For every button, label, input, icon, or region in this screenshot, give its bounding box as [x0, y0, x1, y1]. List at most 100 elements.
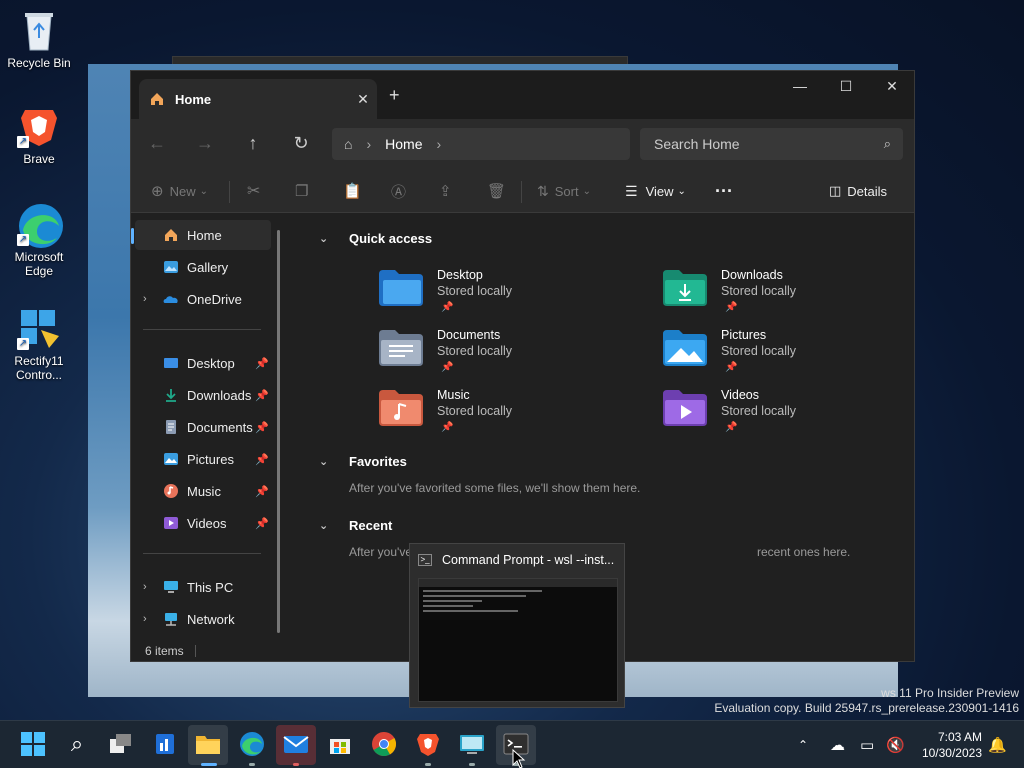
- watermark-line-2: Evaluation copy. Build 25947.rs_prerelea…: [714, 701, 1019, 715]
- sidebar-item-label: Downloads: [187, 387, 252, 403]
- share-icon[interactable]: ⇪: [439, 169, 452, 213]
- paste-icon[interactable]: 📋: [343, 169, 362, 213]
- quick-access-item-music[interactable]: Music Stored locally 📌: [379, 388, 599, 442]
- tab-home[interactable]: Home ✕: [139, 79, 377, 119]
- sidebar-item-music[interactable]: Music 📌: [135, 476, 271, 506]
- divider: [195, 645, 196, 657]
- item-name: Pictures: [721, 328, 767, 342]
- brave-icon: ↗: [17, 104, 61, 148]
- desktop-icon-edge[interactable]: ↗ Microsoft Edge: [1, 202, 77, 278]
- music-folder-icon: [164, 484, 178, 498]
- pin-icon: 📌: [441, 362, 454, 373]
- sidebar-item-gallery[interactable]: Gallery: [135, 252, 271, 282]
- recent-hint-end: recent ones here.: [757, 545, 851, 559]
- thumbnail-title: Command Prompt - wsl --inst...: [442, 553, 615, 567]
- network-icon: [165, 613, 177, 626]
- close-button[interactable]: ✕: [869, 71, 914, 103]
- chevron-down-icon: ⌄: [677, 185, 686, 197]
- mail-icon[interactable]: [283, 731, 309, 757]
- onedrive-sync-icon[interactable]: ☁: [830, 721, 845, 768]
- pin-icon: 📌: [725, 422, 738, 433]
- chevron-right-icon[interactable]: ›: [143, 613, 147, 625]
- file-explorer-icon[interactable]: [195, 731, 221, 757]
- remote-desktop-icon[interactable]: [459, 731, 485, 757]
- chevron-right-icon[interactable]: ›: [143, 293, 147, 305]
- home-icon: ⌂: [344, 136, 353, 152]
- thumbnail-window-preview: [418, 578, 618, 702]
- view-button[interactable]: ☰ View ⌄: [625, 169, 686, 213]
- pin-icon: 📌: [441, 302, 454, 313]
- divider: [521, 181, 522, 203]
- desktop-icon-brave[interactable]: ↗ Brave: [1, 104, 77, 166]
- chevron-right-icon[interactable]: ›: [143, 581, 147, 593]
- view-label: View: [645, 183, 674, 199]
- downloads-folder-icon: [663, 270, 707, 306]
- taskbar-thumbnail-preview[interactable]: >_ Command Prompt - wsl --inst...: [409, 543, 625, 708]
- favorites-header[interactable]: ⌄ Favorites: [319, 454, 407, 469]
- quick-access-header[interactable]: ⌄ Quick access: [319, 231, 432, 246]
- task-view-icon[interactable]: [108, 731, 134, 757]
- delete-icon[interactable]: 🗑: [487, 169, 506, 213]
- sidebar-item-pictures[interactable]: Pictures 📌: [135, 444, 271, 474]
- sidebar-item-label: OneDrive: [187, 291, 242, 307]
- search-icon[interactable]: ⌕: [64, 731, 90, 757]
- sidebar-item-this-pc[interactable]: › This PC: [135, 572, 271, 602]
- desktop-icon-recycle-bin[interactable]: Recycle Bin: [1, 8, 77, 70]
- network-icon[interactable]: ▭: [860, 721, 874, 768]
- selection-indicator: [131, 228, 134, 244]
- sort-icon: ⇅: [537, 182, 549, 199]
- search-placeholder: Search Home: [654, 136, 740, 152]
- search-input[interactable]: Search Home ⌕: [640, 128, 903, 160]
- breadcrumb-home[interactable]: Home: [385, 136, 422, 152]
- show-hidden-icons-icon[interactable]: ⌃: [798, 721, 808, 768]
- quick-access-item-documents[interactable]: Documents Stored locally 📌: [379, 328, 599, 382]
- start-icon[interactable]: [20, 731, 46, 757]
- widgets-icon[interactable]: [152, 731, 178, 757]
- new-tab-button[interactable]: +: [389, 85, 400, 106]
- thumbnail-title-row: >_ Command Prompt - wsl --inst...: [418, 553, 614, 567]
- running-indicator: [249, 763, 255, 766]
- chrome-icon[interactable]: [371, 731, 397, 757]
- quick-access-item-desktop[interactable]: Desktop Stored locally 📌: [379, 268, 599, 322]
- copy-icon[interactable]: ❐: [295, 169, 308, 213]
- rename-icon[interactable]: Ⓐ: [391, 169, 406, 213]
- more-options-icon[interactable]: ···: [715, 169, 733, 213]
- brave-icon[interactable]: [415, 731, 441, 757]
- quick-access-item-videos[interactable]: Videos Stored locally 📌: [663, 388, 883, 442]
- details-button[interactable]: ◫ Details: [829, 169, 887, 213]
- chevron-down-icon: ⌄: [199, 185, 208, 197]
- edge-icon[interactable]: [239, 731, 265, 757]
- sidebar-item-documents[interactable]: Documents 📌: [135, 412, 271, 442]
- microsoft-store-icon[interactable]: [327, 731, 353, 757]
- sidebar-item-label: Videos: [187, 515, 227, 531]
- edge-icon: ↗: [17, 202, 63, 248]
- maximize-button[interactable]: ☐: [823, 71, 869, 103]
- clock-time: 7:03 AM: [937, 730, 982, 744]
- close-tab-icon[interactable]: ✕: [349, 91, 377, 108]
- sort-button[interactable]: ⇅ Sort ⌄: [537, 169, 591, 213]
- address-bar[interactable]: ⌂ › Home ›: [332, 128, 630, 160]
- chevron-right-icon[interactable]: ›: [437, 136, 442, 152]
- clock[interactable]: 7:03 AM 10/30/2023: [910, 729, 982, 761]
- item-count: 6 items: [145, 644, 184, 658]
- sidebar-item-onedrive[interactable]: › OneDrive: [135, 284, 271, 314]
- downloads-folder-icon: [166, 389, 176, 402]
- volume-muted-icon[interactable]: 🔇: [886, 721, 905, 768]
- minimize-button[interactable]: —: [777, 71, 823, 103]
- mouse-cursor-icon: [512, 749, 526, 768]
- sidebar-scrollbar[interactable]: [277, 230, 280, 633]
- quick-access-item-pictures[interactable]: Pictures Stored locally 📌: [663, 328, 883, 382]
- sidebar-item-downloads[interactable]: Downloads 📌: [135, 380, 271, 410]
- recent-header[interactable]: ⌄ Recent: [319, 518, 392, 533]
- sidebar-item-videos[interactable]: Videos 📌: [135, 508, 271, 538]
- new-button[interactable]: ⊕ New ⌄: [151, 169, 208, 213]
- sidebar-item-home[interactable]: Home: [131, 220, 271, 250]
- sidebar-item-desktop[interactable]: Desktop 📌: [135, 348, 271, 378]
- desktop-icon-rectify11[interactable]: ↗ Rectify11 Contro...: [1, 306, 77, 382]
- section-title: Favorites: [349, 454, 407, 469]
- sidebar-item-network[interactable]: › Network: [135, 604, 271, 634]
- notification-bell-icon[interactable]: 🔔: [988, 721, 1007, 768]
- chevron-down-icon: ⌄: [582, 185, 591, 197]
- cut-icon[interactable]: ✂: [247, 169, 260, 213]
- quick-access-item-downloads[interactable]: Downloads Stored locally 📌: [663, 268, 883, 322]
